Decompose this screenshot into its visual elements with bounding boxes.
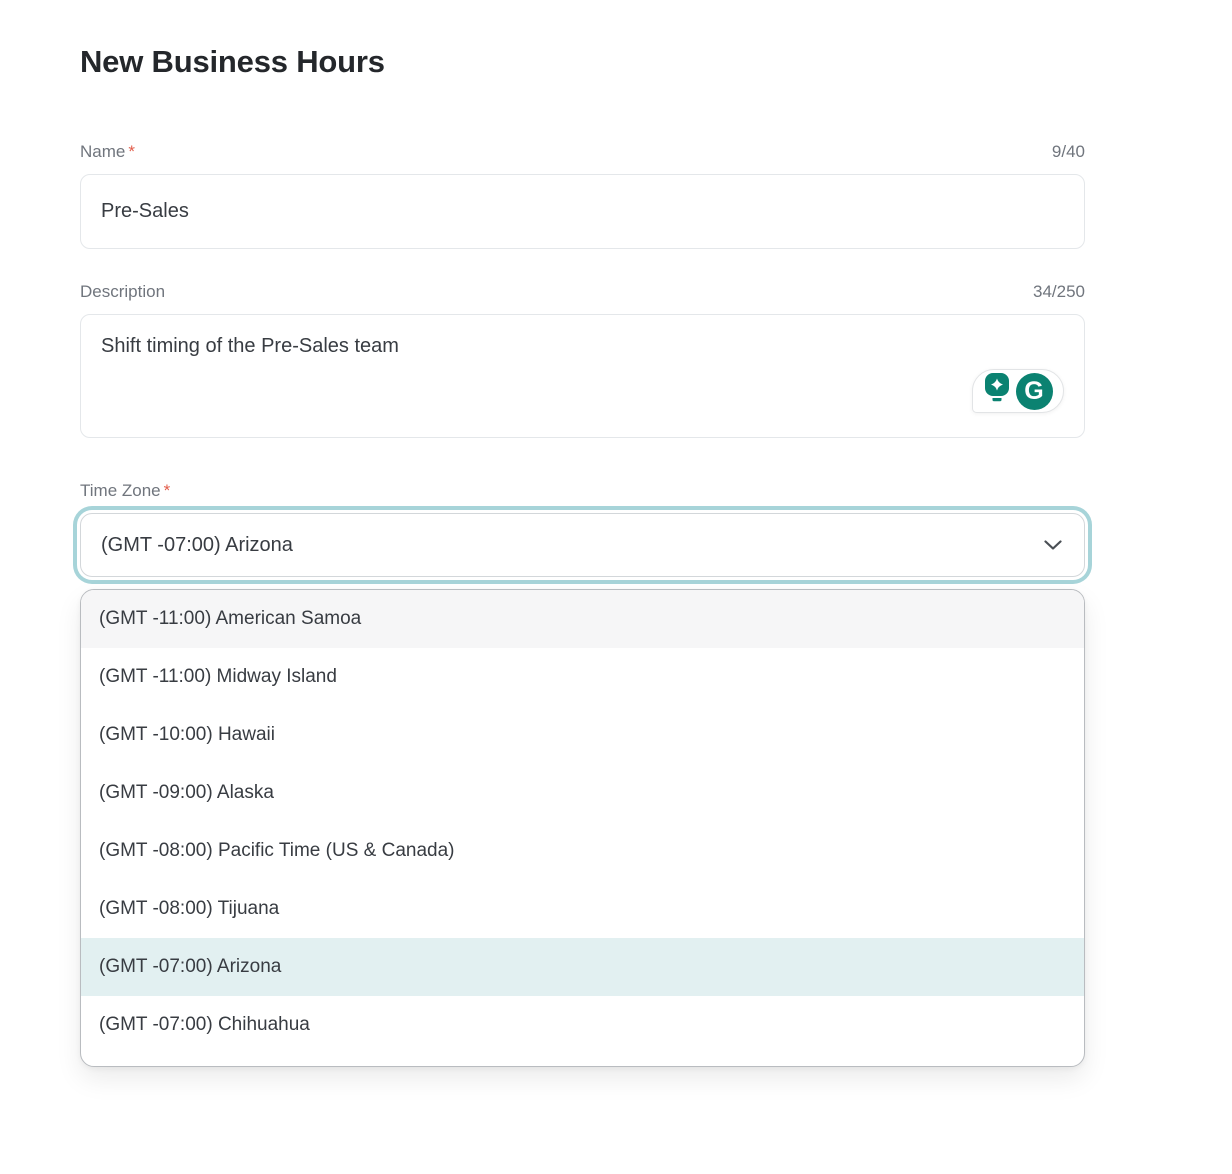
name-input-value: Pre-Sales (101, 200, 189, 223)
chevron-down-icon (1044, 534, 1062, 557)
grammarly-g-icon[interactable]: G (1016, 373, 1053, 410)
description-field-group: Description 34/250 Shift timing of the P… (80, 282, 1085, 438)
name-label-text: Name (80, 142, 125, 161)
timezone-select[interactable]: (GMT -07:00) Arizona (80, 513, 1085, 577)
timezone-option[interactable]: (GMT -11:00) American Samoa (81, 590, 1084, 648)
timezone-option[interactable]: (GMT -09:00) Alaska (81, 764, 1084, 822)
name-field-group: Name* 9/40 Pre-Sales (80, 142, 1085, 249)
timezone-option[interactable]: (GMT -07:00) Chihuahua (81, 996, 1084, 1054)
description-label-row: Description 34/250 (80, 282, 1085, 302)
timezone-label-row: Time Zone* (80, 481, 1085, 501)
required-asterisk: * (128, 142, 135, 161)
page-title: New Business Hours (80, 44, 1085, 80)
description-label: Description (80, 282, 165, 302)
timezone-label-text: Time Zone (80, 481, 161, 500)
name-label: Name* (80, 142, 135, 162)
timezone-field-group: Time Zone* (GMT -07:00) Arizona (GMT -11… (80, 481, 1085, 1067)
timezone-option[interactable]: (GMT -11:00) Midway Island (81, 648, 1084, 706)
description-char-counter: 34/250 (1033, 282, 1085, 302)
name-input[interactable]: Pre-Sales (80, 174, 1085, 249)
description-textarea[interactable]: Shift timing of the Pre-Sales team G (80, 314, 1085, 438)
timezone-option[interactable]: (GMT -08:00) Tijuana (81, 880, 1084, 938)
timezone-selected-value: (GMT -07:00) Arizona (101, 534, 293, 557)
timezone-dropdown: (GMT -11:00) American Samoa(GMT -11:00) … (80, 589, 1085, 1067)
name-label-row: Name* 9/40 (80, 142, 1085, 162)
name-char-counter: 9/40 (1052, 142, 1085, 162)
timezone-option[interactable]: (GMT -08:00) Pacific Time (US & Canada) (81, 822, 1084, 880)
timezone-option[interactable]: (GMT -10:00) Hawaii (81, 706, 1084, 764)
timezone-label: Time Zone* (80, 481, 170, 501)
timezone-option[interactable]: (GMT -07:00) Arizona (81, 938, 1084, 996)
required-asterisk: * (164, 481, 171, 500)
lightbulb-icon[interactable] (984, 372, 1010, 410)
new-business-hours-form: New Business Hours Name* 9/40 Pre-Sales … (0, 0, 1232, 1107)
description-value: Shift timing of the Pre-Sales team (101, 335, 399, 357)
grammarly-widget[interactable]: G (972, 369, 1064, 413)
